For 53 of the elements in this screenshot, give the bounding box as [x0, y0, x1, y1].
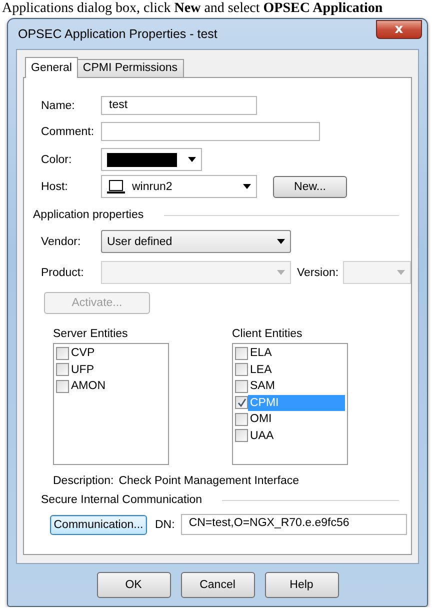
section-title: Secure Internal Communication [41, 494, 202, 506]
dialog-button[interactable]: OK [96, 572, 170, 598]
field-label: Comment: [41, 126, 96, 138]
checkbox[interactable] [235, 412, 248, 426]
checkbox[interactable] [235, 380, 248, 393]
checkbox[interactable] [235, 363, 248, 376]
dropdown-arrow-icon [188, 157, 196, 162]
list-item[interactable]: UAA [248, 428, 345, 444]
checkbox[interactable] [56, 380, 69, 393]
dropdown-arrow-icon [243, 184, 251, 189]
checkbox[interactable] [56, 346, 69, 360]
checkbox[interactable] [56, 363, 69, 376]
field-label: DN: [155, 518, 175, 530]
checkbox[interactable] [235, 429, 248, 442]
computer-icon [107, 180, 125, 194]
description-label: Description: [53, 475, 114, 487]
list-title: Server Entities [53, 328, 129, 340]
field-label: Host: [41, 180, 69, 192]
close-button[interactable]: x [376, 20, 422, 38]
dialog-button[interactable]: Cancel [180, 572, 254, 598]
list-item[interactable]: LEA [248, 362, 345, 378]
color-dropdown[interactable] [101, 148, 202, 171]
checkbox[interactable] [235, 346, 248, 360]
vendor-dropdown[interactable]: User defined [101, 230, 291, 253]
input-field[interactable]: CN=test,O=NGX_R70.e.e9fc56 [180, 514, 407, 535]
host-dropdown[interactable]: winrun2 [101, 175, 257, 198]
field-label: Color: [41, 154, 73, 166]
field-label: Name: [41, 100, 76, 112]
list-item[interactable]: UFP [69, 362, 166, 378]
list-item[interactable]: OMI [248, 411, 345, 428]
input-field[interactable] [101, 122, 320, 141]
description-text: Check Point Management Interface [118, 475, 299, 487]
field-label: Version: [297, 266, 339, 278]
checkbox[interactable] [235, 396, 248, 410]
dropdown-arrow-icon [396, 270, 405, 275]
dropdown-arrow-icon [277, 270, 285, 275]
list-item[interactable]: ELA [248, 345, 345, 362]
window-title: OPSEC Application Properties - test [17, 27, 218, 41]
tab[interactable]: General [25, 57, 78, 78]
section-title: Application properties [33, 209, 144, 221]
caption-text: Applications dialog box, click New and select OPSEC Application [1, 1, 384, 16]
list-item[interactable]: SAM [248, 378, 345, 394]
communication-button[interactable]: Communication... [50, 514, 147, 534]
dropdown-arrow-icon [277, 239, 285, 244]
new-button[interactable]: New... [273, 176, 347, 198]
field-label: Vendor: [41, 236, 82, 248]
list-item[interactable]: CVP [69, 345, 166, 362]
dialog-button[interactable]: Help [264, 572, 338, 598]
field-label: Product: [41, 266, 85, 278]
list-item[interactable]: AMON [69, 378, 166, 394]
input-field[interactable]: test [101, 96, 257, 115]
tab[interactable]: CPMI Permissions [76, 59, 184, 77]
list-title: Client Entities [232, 328, 304, 340]
